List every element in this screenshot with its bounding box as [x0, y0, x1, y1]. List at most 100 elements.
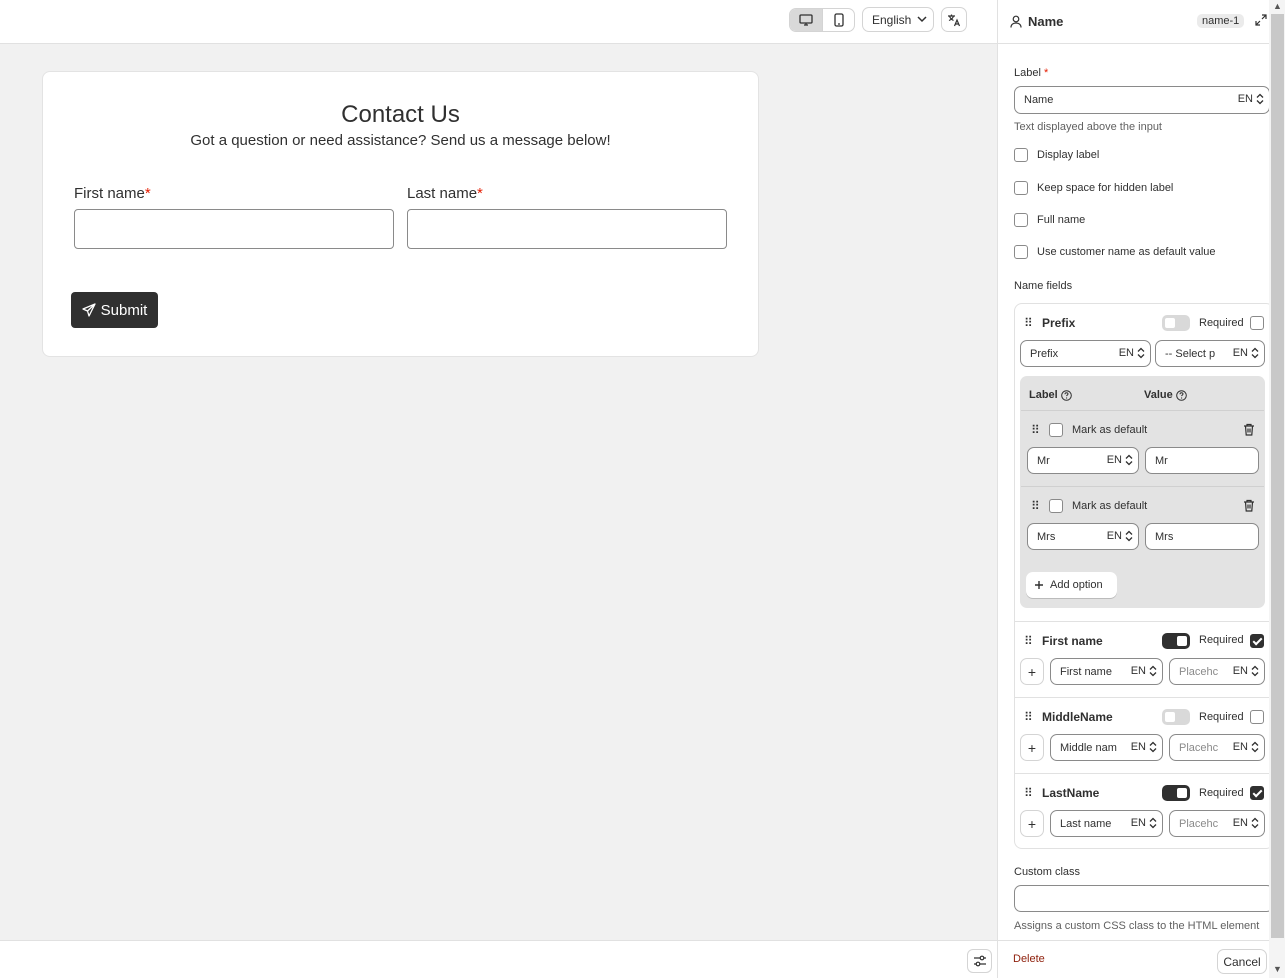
option-label-input[interactable]: Mrs EN	[1027, 523, 1139, 550]
middle-name-placeholder-input[interactable]: Placehc EN	[1169, 734, 1265, 761]
keep-space-checkbox[interactable]: Keep space for hidden label	[1014, 181, 1173, 195]
updown-icon	[1149, 817, 1157, 829]
prefix-toggle[interactable]	[1162, 315, 1190, 331]
expand-icon[interactable]	[1255, 14, 1267, 26]
updown-icon	[1149, 741, 1157, 753]
last-name-toggle[interactable]	[1162, 785, 1190, 801]
cancel-button[interactable]: Cancel	[1217, 949, 1267, 974]
checkbox[interactable]	[1049, 423, 1063, 437]
form-preview-card: Contact Us Got a question or need assist…	[42, 71, 759, 357]
middle-name-required-checkbox[interactable]	[1250, 710, 1264, 724]
checkbox[interactable]	[1049, 499, 1063, 513]
middle-name-label-input[interactable]: Middle nam EN	[1050, 734, 1163, 761]
lang-code: EN	[1230, 665, 1248, 677]
scrollbar-thumb[interactable]	[1271, 14, 1284, 938]
lang-code: EN	[1106, 530, 1122, 542]
add-button[interactable]: +	[1020, 810, 1044, 837]
lang-code: EN	[1106, 454, 1122, 466]
custom-class-help-text: Assigns a custom CSS class to the HTML e…	[1014, 920, 1260, 932]
label-input[interactable]: Name EN	[1014, 86, 1270, 114]
panel-footer: Delete Cancel	[998, 940, 1285, 978]
checkbox[interactable]	[1014, 245, 1028, 259]
drag-handle-icon[interactable]: ⠿	[1031, 423, 1040, 437]
prefix-default-select[interactable]: -- Select p EN	[1155, 340, 1265, 367]
last-name-placeholder-input[interactable]: Placehc EN	[1169, 810, 1265, 837]
checkbox[interactable]	[1014, 181, 1028, 195]
full-name-checkbox[interactable]: Full name	[1014, 213, 1085, 227]
divider	[1014, 697, 1274, 698]
lang-code: EN	[1128, 741, 1146, 753]
first-name-placeholder-input[interactable]: Placehc EN	[1169, 658, 1265, 685]
mark-default-checkbox[interactable]: Mark as default	[1049, 499, 1147, 513]
mark-default-checkbox[interactable]: Mark as default	[1049, 423, 1147, 437]
last-name-label-input[interactable]: Last name EN	[1050, 810, 1163, 837]
add-option-button[interactable]: Add option	[1026, 572, 1117, 598]
panel-title: Name	[1028, 14, 1064, 29]
drag-handle-icon[interactable]: ⠿	[1031, 499, 1040, 513]
last-name-label: Last name*	[407, 185, 483, 202]
prefix-required-checkbox[interactable]	[1250, 316, 1264, 330]
help-icon[interactable]	[1060, 389, 1072, 401]
language-value: English	[872, 12, 912, 27]
first-name-toggle[interactable]	[1162, 633, 1190, 649]
translate-button[interactable]	[941, 7, 967, 32]
chevron-down-icon	[917, 16, 927, 23]
prefix-label-input[interactable]: Prefix EN	[1020, 340, 1151, 367]
first-name-required-checkbox[interactable]	[1250, 634, 1264, 648]
updown-icon	[1137, 347, 1145, 359]
custom-class-heading: Custom class	[1014, 866, 1081, 878]
drag-handle-icon[interactable]: ⠿	[1024, 710, 1033, 724]
form-subtitle: Got a question or need assistance? Send …	[190, 132, 611, 149]
option-label-input[interactable]: Mr EN	[1027, 447, 1139, 474]
required-label: Required	[1199, 711, 1244, 723]
updown-icon	[1251, 347, 1259, 359]
first-name-input[interactable]	[74, 209, 394, 249]
checkbox[interactable]	[1014, 148, 1028, 162]
panel-scrollbar[interactable]: ▲ ▼	[1269, 0, 1285, 978]
language-select[interactable]: English	[862, 7, 934, 32]
updown-icon	[1251, 741, 1259, 753]
custom-class-input[interactable]	[1014, 885, 1274, 912]
help-icon[interactable]	[1175, 389, 1187, 401]
option-value-input[interactable]: Mrs	[1145, 523, 1259, 550]
person-icon	[1010, 15, 1022, 28]
plus-icon	[1035, 581, 1043, 589]
add-button[interactable]: +	[1020, 734, 1044, 761]
drag-handle-icon[interactable]: ⠿	[1024, 634, 1033, 648]
divider	[1014, 773, 1274, 774]
bottom-toolbar	[0, 940, 997, 978]
first-name-label-input[interactable]: First name EN	[1050, 658, 1163, 685]
delete-button[interactable]: Delete	[1013, 953, 1045, 965]
option-value-input[interactable]: Mr	[1145, 447, 1259, 474]
required-mark: *	[1043, 67, 1049, 79]
required-label: Required	[1199, 787, 1244, 799]
customer-name-default-checkbox[interactable]: Use customer name as default value	[1014, 245, 1216, 259]
scroll-down-icon[interactable]: ▼	[1273, 964, 1282, 974]
form-title: Contact Us	[341, 101, 460, 128]
updown-icon	[1125, 530, 1133, 542]
last-name-required-checkbox[interactable]	[1250, 786, 1264, 800]
label-input-value: Name	[1024, 94, 1054, 106]
submit-button[interactable]: Submit	[71, 292, 158, 328]
display-label-checkbox[interactable]: Display label	[1014, 148, 1099, 162]
middle-name-toggle[interactable]	[1162, 709, 1190, 725]
lang-code: EN	[1230, 817, 1248, 829]
trash-icon[interactable]	[1243, 423, 1255, 436]
drag-handle-icon[interactable]: ⠿	[1024, 786, 1033, 800]
prefix-title: Prefix	[1042, 316, 1076, 330]
checkbox[interactable]	[1014, 213, 1028, 227]
trash-icon[interactable]	[1243, 499, 1255, 512]
last-name-field-title: LastName	[1042, 786, 1100, 800]
scroll-up-icon[interactable]: ▲	[1273, 1, 1282, 11]
updown-icon	[1251, 817, 1259, 829]
mobile-view-button[interactable]	[822, 9, 854, 31]
settings-panel: Name name-1 Label * Name EN Text display…	[997, 0, 1285, 978]
desktop-view-button[interactable]	[790, 9, 822, 31]
top-toolbar: English	[0, 0, 997, 44]
add-button[interactable]: +	[1020, 658, 1044, 685]
label-help-text: Text displayed above the input	[1014, 121, 1162, 133]
device-switcher	[789, 8, 855, 32]
settings-button[interactable]	[967, 949, 992, 973]
last-name-input[interactable]	[407, 209, 727, 249]
drag-handle-icon[interactable]: ⠿	[1024, 316, 1033, 330]
